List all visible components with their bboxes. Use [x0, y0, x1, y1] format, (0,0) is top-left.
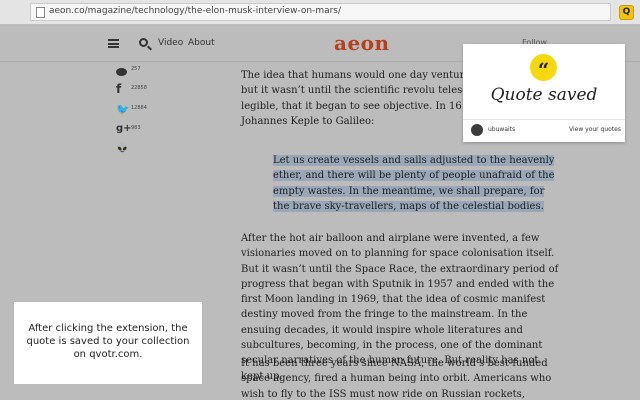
twitter-count: 12884: [131, 105, 147, 111]
address-bar[interactable]: aeon.co/magazine/technology/the-elon-mus…: [30, 3, 636, 21]
facebook-icon[interactable]: f: [116, 82, 121, 96]
url-text[interactable]: aeon.co/magazine/technology/the-elon-mus…: [49, 6, 341, 16]
avatar[interactable]: [471, 124, 483, 136]
username[interactable]: ubuwaits: [488, 126, 515, 133]
comments-count: 257: [131, 66, 141, 72]
nav-about[interactable]: About: [188, 38, 215, 48]
search-icon[interactable]: [139, 38, 148, 47]
facebook-count: 22858: [131, 85, 147, 91]
popup-title: Quote saved: [490, 85, 598, 105]
hamburger-menu-icon[interactable]: [108, 39, 119, 48]
page-icon: [36, 7, 45, 18]
view-quotes-link[interactable]: View your quotes: [569, 126, 621, 133]
reddit-icon[interactable]: 👽: [116, 144, 128, 155]
site-logo[interactable]: aeon: [334, 31, 390, 55]
quote-mark-icon: “: [530, 54, 557, 82]
googleplus-count: 983: [131, 125, 141, 131]
callout-text: After clicking the extension, the quote …: [26, 323, 190, 360]
google-plus-icon[interactable]: g+: [116, 123, 132, 134]
quote-text: Let us create vessels and sails adjusted…: [273, 155, 555, 212]
quote-saved-popup: “ Quote saved ubuwaits View your quotes: [463, 44, 625, 142]
article-paragraph: It has been three years since NASA, the …: [241, 358, 552, 400]
comment-icon[interactable]: [116, 68, 127, 76]
twitter-icon[interactable]: 🐦: [116, 103, 130, 116]
nav-video[interactable]: Video: [158, 38, 183, 48]
browser-toolbar: aeon.co/magazine/technology/the-elon-mus…: [0, 0, 640, 25]
qvotr-extension-icon[interactable]: Q: [619, 5, 634, 20]
highlighted-quote[interactable]: Let us create vessels and sails adjusted…: [273, 153, 556, 214]
instruction-callout: After clicking the extension, the quote …: [14, 302, 202, 384]
divider: [463, 119, 625, 120]
